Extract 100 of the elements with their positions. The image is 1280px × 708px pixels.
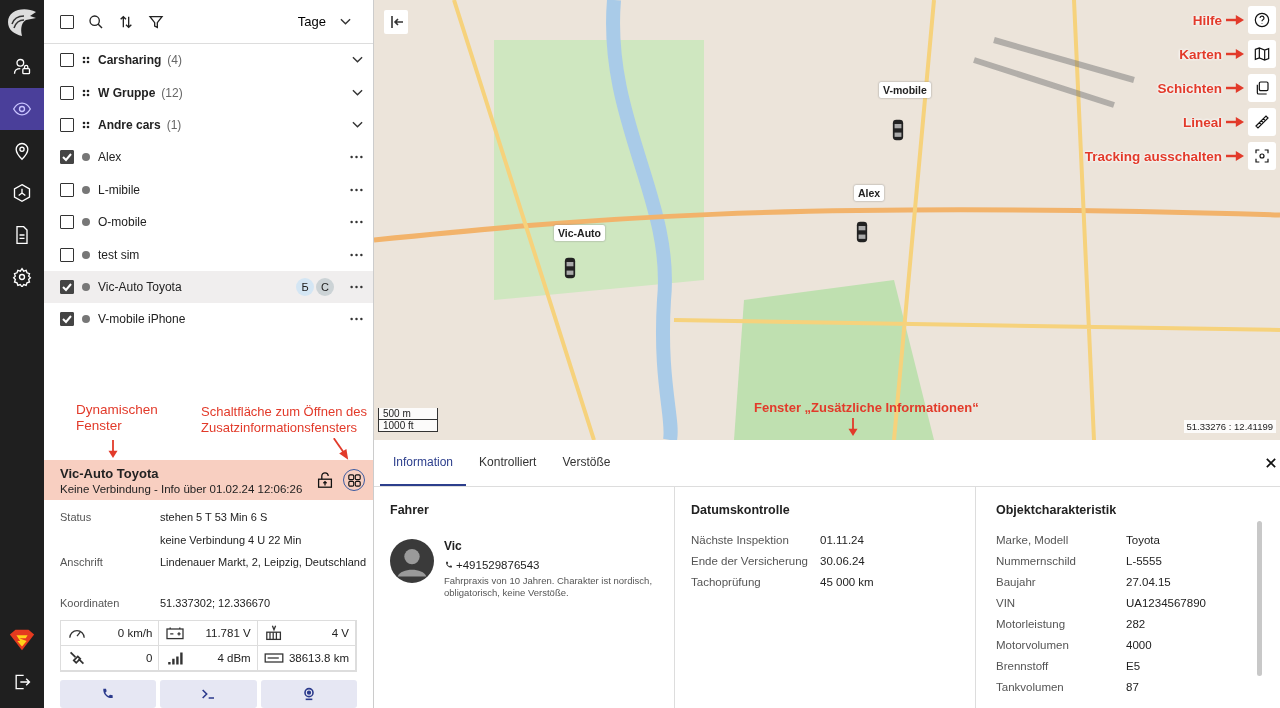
- collapse-panel-icon[interactable]: [384, 10, 408, 34]
- car-icon[interactable]: [892, 118, 904, 142]
- sort-icon[interactable]: [118, 13, 134, 30]
- more-icon[interactable]: [350, 317, 363, 322]
- list-row[interactable]: test sim: [44, 238, 373, 271]
- layers-button[interactable]: [1248, 74, 1276, 102]
- select-all-checkbox[interactable]: [60, 14, 74, 29]
- vehicle-label[interactable]: V-mobile: [879, 82, 931, 98]
- more-icon[interactable]: [350, 187, 363, 192]
- checkbox[interactable]: [60, 215, 74, 230]
- chevron-down-icon[interactable]: [352, 88, 363, 97]
- list-row[interactable]: Alex: [44, 141, 373, 174]
- close-icon[interactable]: [1266, 458, 1276, 468]
- chevron-down-icon[interactable]: [352, 56, 363, 65]
- list-row[interactable]: W Gruppe (12): [44, 76, 373, 109]
- detail-label: Koordinaten: [60, 596, 121, 609]
- drag-handle-icon[interactable]: [82, 120, 90, 129]
- checkbox[interactable]: [60, 312, 74, 327]
- sensor-value: 0 km/h: [117, 627, 153, 639]
- car-icon[interactable]: [856, 220, 868, 244]
- unit-name: V-mobile iPhone: [98, 312, 186, 327]
- vehicle-label[interactable]: Vic-Auto: [554, 225, 605, 241]
- driver-phone: +491529876543: [456, 559, 540, 571]
- annotation-text: Tracking ausschalten: [1084, 148, 1222, 164]
- more-icon[interactable]: [350, 284, 363, 289]
- status-dot: [82, 218, 90, 227]
- sensor-value: 11.781 V: [205, 627, 251, 639]
- detail-label: Status: [60, 511, 93, 524]
- chevron-down-icon[interactable]: [340, 17, 351, 26]
- annotation-text: Fenster „Zusätzliche Informationen“: [754, 400, 979, 416]
- annotation-text: Dynamischen Fenster: [76, 402, 159, 434]
- period-dropdown[interactable]: Tage: [291, 13, 357, 30]
- scrollbar[interactable]: [1257, 521, 1262, 676]
- field-label: VIN: [996, 596, 1017, 609]
- ruler-icon[interactable]: [1254, 114, 1270, 130]
- more-icon[interactable]: [350, 155, 363, 160]
- detail-value: keine Verbindung 4 U 22 Min: [160, 533, 302, 546]
- arrow-icon: [1226, 83, 1244, 93]
- field-value: 01.11.24: [820, 533, 864, 546]
- filter-icon[interactable]: [148, 13, 164, 30]
- field-label: Nächste Inspektion: [691, 533, 790, 546]
- checkbox[interactable]: [60, 279, 74, 294]
- unit-name: Vic-Auto Toyota: [98, 279, 182, 294]
- field-value: Toyota: [1126, 533, 1160, 546]
- sensor-value: 38613.8 km: [288, 652, 349, 664]
- section-title: Datumskontrolle: [691, 503, 791, 517]
- tab[interactable]: Kontrolliert: [466, 440, 550, 486]
- voltage-icon: [263, 625, 284, 641]
- list-row[interactable]: L-mibile: [44, 173, 373, 206]
- status-dot: [82, 282, 90, 291]
- search-icon[interactable]: [88, 13, 104, 30]
- chevron-down-icon[interactable]: [352, 120, 363, 129]
- checkbox[interactable]: [60, 182, 74, 197]
- more-icon[interactable]: [350, 220, 363, 225]
- list-row[interactable]: Vic-Auto Toyota Б С: [44, 270, 373, 304]
- arrow-icon: [848, 418, 858, 436]
- list-row[interactable]: Carsharing (4): [44, 44, 373, 77]
- arrow-icon: [1226, 15, 1244, 25]
- field-value: E5: [1126, 659, 1141, 672]
- tab[interactable]: Verstöße: [549, 440, 624, 486]
- sensor-value: 0: [145, 652, 153, 664]
- checkbox[interactable]: [60, 150, 74, 165]
- user-lock-icon[interactable]: [12, 57, 32, 77]
- gear-icon[interactable]: [12, 267, 32, 287]
- arrow-icon: [1226, 117, 1244, 127]
- list-row[interactable]: O-mobile: [44, 205, 373, 239]
- checkbox[interactable]: [60, 247, 74, 262]
- annotation-text: Schichten: [1157, 80, 1222, 96]
- map-button[interactable]: [1248, 40, 1276, 68]
- help-button[interactable]: [1248, 6, 1276, 34]
- checkbox[interactable]: [60, 85, 74, 100]
- checkbox[interactable]: [60, 117, 74, 132]
- checkbox[interactable]: [60, 53, 74, 68]
- phone-icon: [444, 560, 454, 570]
- badge: Б: [296, 277, 314, 296]
- drag-handle-icon[interactable]: [82, 56, 90, 65]
- map-icon[interactable]: [1254, 46, 1270, 62]
- car-icon[interactable]: [564, 256, 576, 280]
- field-value: 87: [1126, 680, 1139, 693]
- annotation-text: Hilfe: [1192, 12, 1222, 28]
- focus-icon[interactable]: [1254, 148, 1270, 164]
- focus-button[interactable]: [1248, 142, 1276, 170]
- ruler-button[interactable]: [1248, 108, 1276, 136]
- tab[interactable]: Information: [380, 440, 467, 486]
- hexagon-icon[interactable]: [12, 183, 32, 203]
- drag-handle-icon[interactable]: [82, 88, 90, 97]
- layers-icon[interactable]: [1254, 80, 1270, 96]
- annotation-text: Lineal: [1183, 114, 1222, 130]
- field-label: Baujahr: [996, 575, 1037, 588]
- status-dot: [82, 250, 90, 259]
- unlock-icon[interactable]: [317, 472, 333, 488]
- sensor-value: 4 dBm: [217, 652, 251, 664]
- field-value: L-5555: [1126, 554, 1162, 567]
- vehicle-label[interactable]: Alex: [854, 185, 885, 201]
- arrow-icon: [332, 438, 350, 460]
- list-row[interactable]: V-mobile iPhone: [44, 303, 373, 336]
- more-icon[interactable]: [350, 252, 363, 257]
- sensor-value: 4 V: [331, 627, 349, 639]
- help-icon[interactable]: [1254, 12, 1270, 28]
- list-row[interactable]: Andre cars (1): [44, 108, 373, 142]
